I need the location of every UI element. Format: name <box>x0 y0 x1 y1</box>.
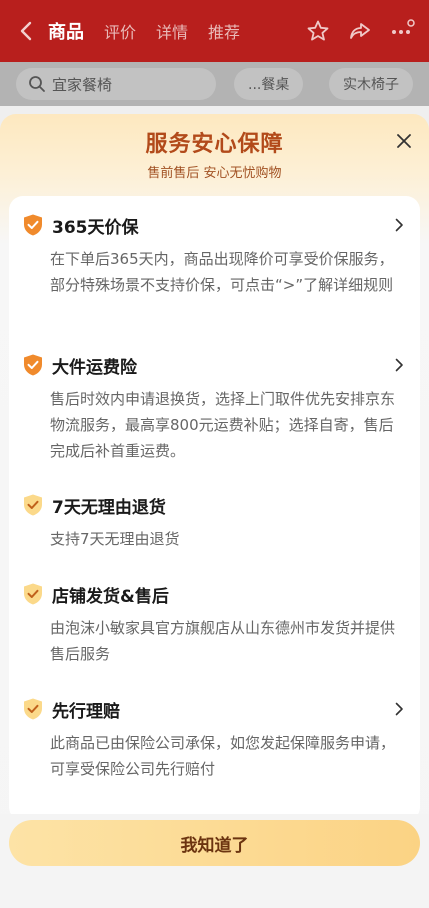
guarantee-item-header: 7天无理由退货 <box>9 492 420 518</box>
close-icon <box>397 134 411 148</box>
nav-tabs: 商品 评价 详情 推荐 <box>48 18 260 44</box>
nav-actions <box>305 18 415 44</box>
service-guarantee-sheet: 服务安心保障 售前售后 安心无忧购物 365天价保 在下单后365天内，商品出现… <box>0 114 429 908</box>
more-dots-icon <box>392 19 415 34</box>
back-arrow-icon <box>20 21 32 41</box>
guarantee-item-header: 店铺发货&售后 <box>9 581 420 607</box>
chevron-right-icon[interactable] <box>392 218 406 232</box>
tab-recommend[interactable]: 推荐 <box>208 19 240 43</box>
sheet-subtitle: 售前售后 安心无忧购物 <box>147 166 282 181</box>
sheet-title: 服务安心保障 <box>145 132 284 157</box>
guarantee-item-desc: 支持7天无理由退货 <box>50 530 180 548</box>
shield-check-icon <box>24 354 42 376</box>
shield-check-icon <box>24 698 42 720</box>
guarantee-item-store-shipping: 店铺发货&售后 由泡沫小敏家具官方旗舰店从山东德州市发货并提供售后服务 <box>9 581 420 667</box>
favorite-star-button[interactable] <box>305 18 331 44</box>
guarantee-item-header: 大件运费险 <box>9 352 420 378</box>
guarantee-item-header: 365天价保 <box>9 212 420 238</box>
more-button[interactable] <box>389 18 415 44</box>
product-page: 商品 评价 详情 推荐 宜家餐椅 ...餐桌 实木椅子 服务安心保障 售前售后 … <box>0 0 429 908</box>
guarantee-item-7day-return: 7天无理由退货 支持7天无理由退货 <box>9 492 420 552</box>
star-icon <box>307 20 329 41</box>
tab-reviews[interactable]: 评价 <box>104 19 136 43</box>
guarantee-item-title: 先行理赔 <box>52 701 120 722</box>
guarantee-item-desc: 由泡沫小敏家具官方旗舰店从山东德州市发货并提供售后服务 <box>50 619 396 663</box>
guarantee-item-desc: 售后时效内申请退换货，选择上门取件优先安排京东物流服务，最高享800元运费补贴；… <box>50 390 396 460</box>
got-it-button[interactable]: 我知道了 <box>9 820 420 866</box>
guarantee-item-price-protect[interactable]: 365天价保 在下单后365天内，商品出现降价可享受价保服务，部分特殊场景不支持… <box>9 212 420 298</box>
shield-check-icon <box>24 214 42 236</box>
guarantee-item-title: 365天价保 <box>52 217 139 238</box>
chevron-right-icon[interactable] <box>392 702 406 716</box>
chevron-right-icon[interactable] <box>392 358 406 372</box>
search-chip-table[interactable]: ...餐桌 <box>234 68 304 100</box>
sheet-footer: 我知道了 <box>0 814 429 908</box>
guarantee-item-desc: 此商品已由保险公司承保，如您发起保障服务申请，可享受保险公司先行赔付 <box>50 734 396 778</box>
search-input[interactable]: 宜家餐椅 <box>16 68 216 100</box>
share-arrow-icon <box>350 23 370 39</box>
guarantee-list: 365天价保 在下单后365天内，商品出现降价可享受价保服务，部分特殊场景不支持… <box>9 196 420 821</box>
close-button[interactable] <box>393 130 415 152</box>
shield-check-icon <box>24 583 42 605</box>
search-value: 宜家餐椅 <box>52 75 113 94</box>
guarantee-item-title: 7天无理由退货 <box>52 497 166 518</box>
search-icon <box>29 76 45 92</box>
top-navigation-bar: 商品 评价 详情 推荐 <box>0 0 429 62</box>
guarantee-item-advance-claim[interactable]: 先行理赔 此商品已由保险公司承保，如您发起保障服务申请，可享受保险公司先行赔付 <box>9 696 420 782</box>
shield-check-icon <box>24 494 42 516</box>
share-button[interactable] <box>347 18 373 44</box>
guarantee-item-desc: 在下单后365天内，商品出现降价可享受价保服务，部分特殊场景不支持价保，可点击“… <box>50 250 394 294</box>
tab-product[interactable]: 商品 <box>48 18 84 44</box>
back-button[interactable] <box>14 19 38 43</box>
search-bar: 宜家餐椅 ...餐桌 实木椅子 <box>0 62 429 106</box>
guarantee-item-title: 店铺发货&售后 <box>52 586 169 607</box>
guarantee-item-shipping-insurance[interactable]: 大件运费险 售后时效内申请退换货，选择上门取件优先安排京东物流服务，最高享800… <box>9 352 420 464</box>
guarantee-item-title: 大件运费险 <box>52 357 137 378</box>
guarantee-item-header: 先行理赔 <box>9 696 420 722</box>
search-chip-wood-chair[interactable]: 实木椅子 <box>329 68 413 100</box>
tab-details[interactable]: 详情 <box>156 19 188 43</box>
